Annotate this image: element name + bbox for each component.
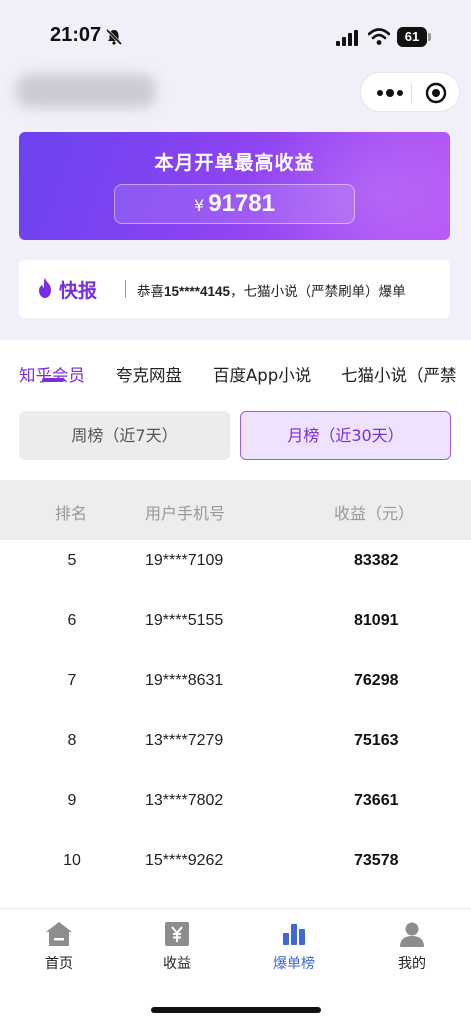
banner-amount: 91781: [208, 190, 275, 217]
row-income: 75163: [354, 732, 399, 749]
table-row: 5 19****7109 83382: [0, 540, 471, 600]
ranking-table-body: 5 19****7109 83382 6 19****5155 81091 7 …: [0, 540, 471, 900]
row-phone: 19****7109: [145, 552, 224, 569]
row-income: 73578: [354, 852, 399, 869]
battery-indicator: 61: [397, 27, 431, 47]
category-tabs: 知乎会员 夸克网盘 百度App小说 七猫小说（严禁: [0, 340, 471, 390]
miniprogram-capsule: [360, 72, 460, 112]
home-icon: [46, 922, 72, 946]
row-rank: 8: [67, 732, 77, 749]
monthly-ranking-button[interactable]: 月榜（近30天）: [240, 411, 451, 460]
header-income: 收益（元）: [334, 504, 415, 523]
row-income: 73661: [354, 792, 399, 809]
active-tab-indicator: [42, 378, 64, 382]
row-rank: 9: [67, 792, 77, 809]
nav-income-label: 收益: [163, 956, 191, 972]
nav-home[interactable]: 首页: [19, 921, 99, 973]
row-income: 81091: [354, 612, 399, 629]
row-rank: 7: [67, 672, 77, 689]
status-bar: 21:07 61: [0, 0, 471, 70]
ranking-table-header: 排名 用户手机号 收益（元）: [0, 480, 471, 540]
banner-title: 本月开单最高收益: [154, 152, 315, 174]
nav-income[interactable]: 收益: [137, 921, 217, 973]
table-row: 7 19****8631 76298: [0, 660, 471, 720]
user-icon: [400, 922, 424, 947]
row-income: 83382: [354, 552, 399, 569]
row-income: 76298: [354, 672, 399, 689]
bell-muted-icon: [105, 28, 123, 46]
bar-chart-icon: [283, 924, 305, 945]
table-row: 9 13****7802 73661: [0, 780, 471, 840]
weekly-ranking-button[interactable]: 周榜（近7天）: [19, 411, 230, 460]
flash-phone: 15****4145: [164, 284, 231, 299]
nav-ranking[interactable]: 爆单榜: [254, 921, 334, 973]
table-row: 6 19****5155 81091: [0, 600, 471, 660]
more-icon[interactable]: [375, 86, 405, 100]
currency-symbol: ¥: [194, 196, 205, 215]
row-phone: 13****7279: [145, 732, 224, 749]
row-rank: 6: [67, 612, 77, 629]
tab-baidu-app-novel[interactable]: 百度App小说: [213, 362, 311, 386]
blurred-page-title: [16, 74, 156, 108]
row-phone: 13****7802: [145, 792, 224, 809]
tab-quark-drive[interactable]: 夸克网盘: [116, 362, 182, 386]
tab-zhihu-member[interactable]: 知乎会员: [19, 362, 85, 386]
home-indicator: [151, 1007, 321, 1013]
row-phone: 15****9262: [145, 852, 224, 869]
yen-icon: [165, 922, 189, 946]
row-rank: 10: [63, 852, 81, 869]
close-miniprogram-icon[interactable]: [425, 82, 447, 104]
header-rank: 排名: [55, 504, 88, 523]
table-row: 8 13****7279 75163: [0, 720, 471, 780]
monthly-top-income-banner: 本月开单最高收益 ¥91781: [19, 132, 450, 240]
nav-profile-label: 我的: [398, 956, 426, 972]
row-rank: 5: [67, 552, 77, 569]
header-phone: 用户手机号: [145, 504, 226, 523]
flash-label: 快报: [59, 280, 98, 302]
fire-icon: [39, 278, 51, 298]
battery-level: 61: [397, 27, 427, 47]
wifi-icon: [368, 28, 390, 45]
flash-news-bar: 快报 恭喜15****4145，七猫小说（严禁刷单）爆单: [19, 260, 450, 318]
status-time: 21:07: [50, 24, 102, 46]
nav-profile[interactable]: 我的: [372, 921, 452, 973]
signal-icon: [336, 30, 358, 46]
banner-amount-box: ¥91781: [114, 184, 355, 224]
row-phone: 19****8631: [145, 672, 224, 689]
nav-home-label: 首页: [45, 956, 73, 972]
tab-qimao-novel[interactable]: 七猫小说（严禁: [341, 362, 457, 386]
nav-ranking-label: 爆单榜: [273, 956, 315, 972]
row-phone: 19****5155: [145, 612, 224, 629]
table-row: 10 15****9262 73578: [0, 840, 471, 900]
flash-message: 恭喜15****4145，七猫小说（严禁刷单）爆单: [137, 284, 406, 300]
